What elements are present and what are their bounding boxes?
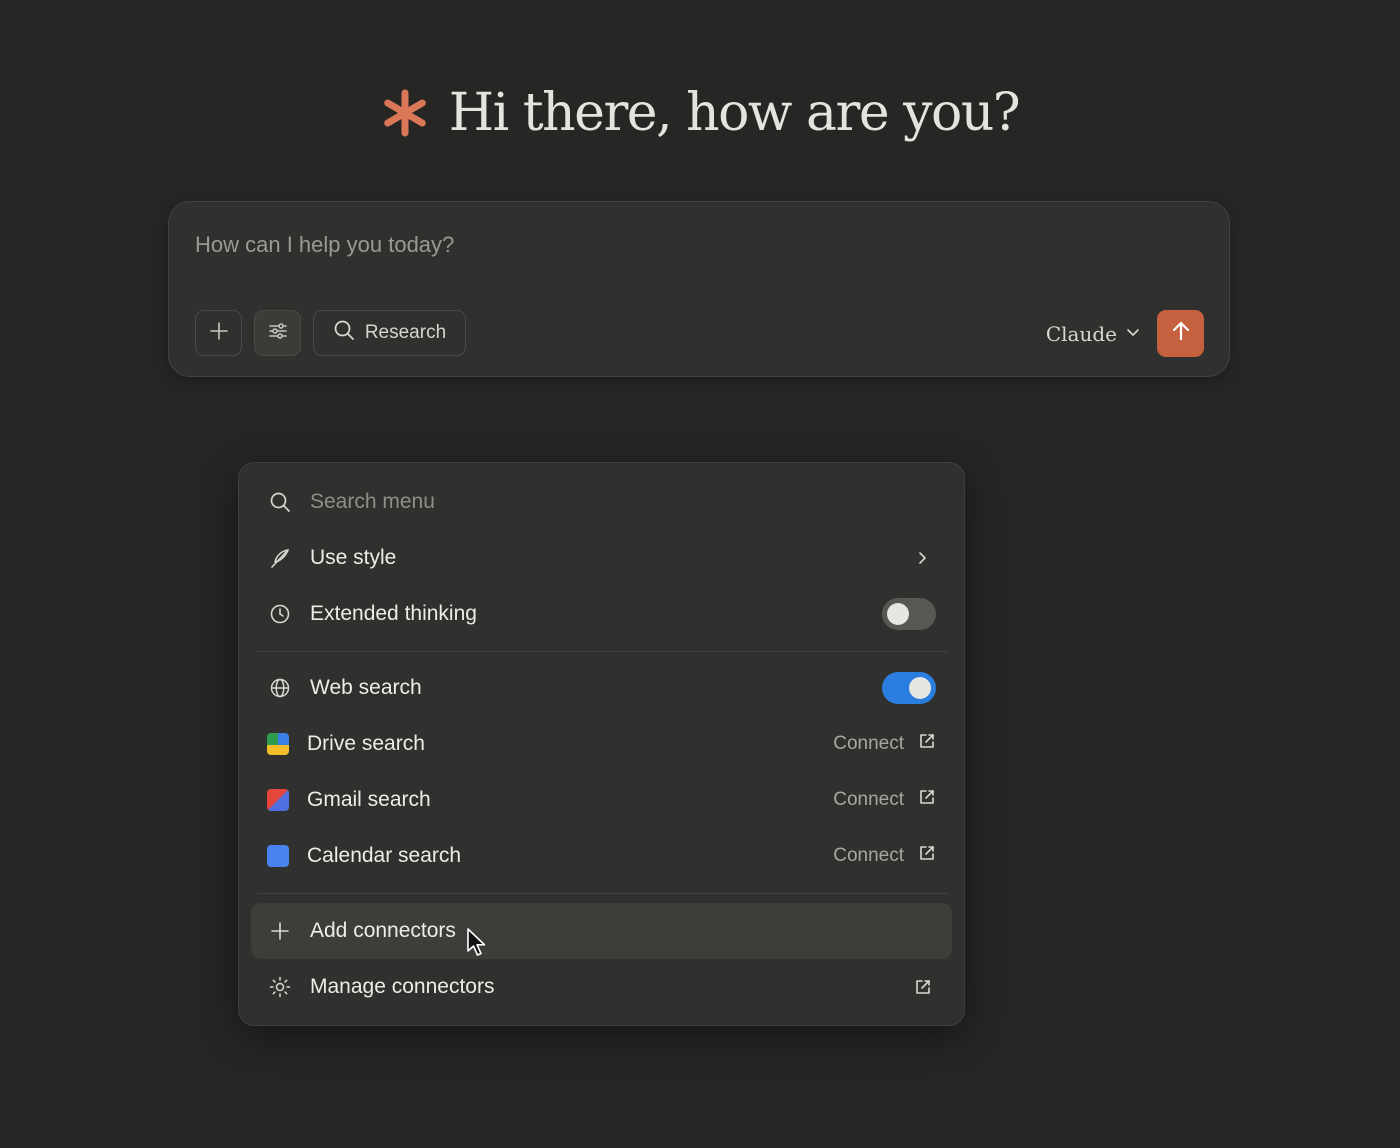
connect-label: Connect (833, 789, 904, 810)
search-icon (268, 490, 292, 514)
globe-icon (268, 676, 292, 700)
toggle-knob (909, 677, 931, 699)
google-calendar-icon (267, 845, 289, 867)
menu-item-web-search[interactable]: Web search (251, 660, 952, 716)
menu-search (251, 474, 952, 530)
menu-item-use-style[interactable]: Use style (251, 530, 952, 586)
web-search-toggle[interactable] (882, 672, 936, 704)
menu-item-label: Extended thinking (310, 602, 477, 625)
menu-item-add-connectors[interactable]: Add connectors (251, 903, 952, 959)
menu-item-label: Manage connectors (310, 975, 495, 998)
model-label: Claude (1045, 322, 1117, 346)
greeting-title: Hi there, how are you? (448, 83, 1021, 143)
plus-icon (209, 321, 229, 346)
research-button[interactable]: Research (313, 310, 466, 356)
extended-thinking-toggle[interactable] (882, 598, 936, 630)
chevron-right-icon (914, 550, 930, 566)
tools-menu: Use style Extended thinking Web search (238, 462, 965, 1026)
menu-item-label: Gmail search (307, 788, 431, 811)
gmail-connect-link[interactable]: Connect (833, 788, 936, 812)
sliders-icon (268, 321, 288, 346)
menu-item-label: Use style (310, 546, 397, 569)
send-button[interactable] (1157, 310, 1204, 357)
menu-item-extended-thinking[interactable]: Extended thinking (251, 586, 952, 642)
tools-button[interactable] (254, 310, 301, 356)
external-link-icon (918, 732, 936, 756)
mouse-pointer-icon (466, 927, 488, 959)
message-input[interactable] (195, 230, 1095, 260)
menu-item-label: Add connectors (310, 919, 456, 942)
external-link-icon (918, 788, 936, 812)
external-link-icon (918, 844, 936, 868)
menu-item-label: Web search (310, 676, 422, 699)
toggle-knob (887, 603, 909, 625)
claude-asterisk-icon (381, 89, 429, 137)
attach-button[interactable] (195, 310, 242, 356)
menu-divider (257, 893, 948, 894)
feather-icon (268, 546, 292, 570)
connect-label: Connect (833, 845, 904, 866)
calendar-connect-link[interactable]: Connect (833, 844, 936, 868)
gmail-icon (267, 789, 289, 811)
app-window: Hi there, how are you? How can I help yo… (0, 0, 1400, 1148)
chevron-down-icon (1125, 322, 1141, 346)
menu-search-input[interactable] (310, 487, 870, 517)
menu-divider (257, 651, 948, 652)
google-drive-icon (267, 733, 289, 755)
clock-icon (268, 602, 292, 626)
search-icon (333, 319, 355, 347)
chat-composer: Research Claude (168, 201, 1230, 377)
arrow-up-icon (1170, 320, 1192, 347)
menu-item-drive-search[interactable]: Drive search Connect (251, 716, 952, 772)
drive-connect-link[interactable]: Connect (833, 732, 936, 756)
external-link-icon (914, 978, 932, 996)
plus-icon (268, 919, 292, 943)
research-label: Research (364, 322, 447, 343)
menu-item-gmail-search[interactable]: Gmail search Connect (251, 772, 952, 828)
menu-item-manage-connectors[interactable]: Manage connectors (251, 959, 952, 1015)
settings-sun-icon (268, 975, 292, 999)
connect-label: Connect (833, 733, 904, 754)
menu-item-calendar-search[interactable]: Calendar search Connect (251, 828, 952, 884)
menu-item-label: Calendar search (307, 844, 462, 867)
menu-item-label: Drive search (307, 732, 425, 755)
model-selector[interactable]: Claude (1046, 314, 1141, 354)
greeting: Hi there, how are you? (0, 78, 1400, 148)
